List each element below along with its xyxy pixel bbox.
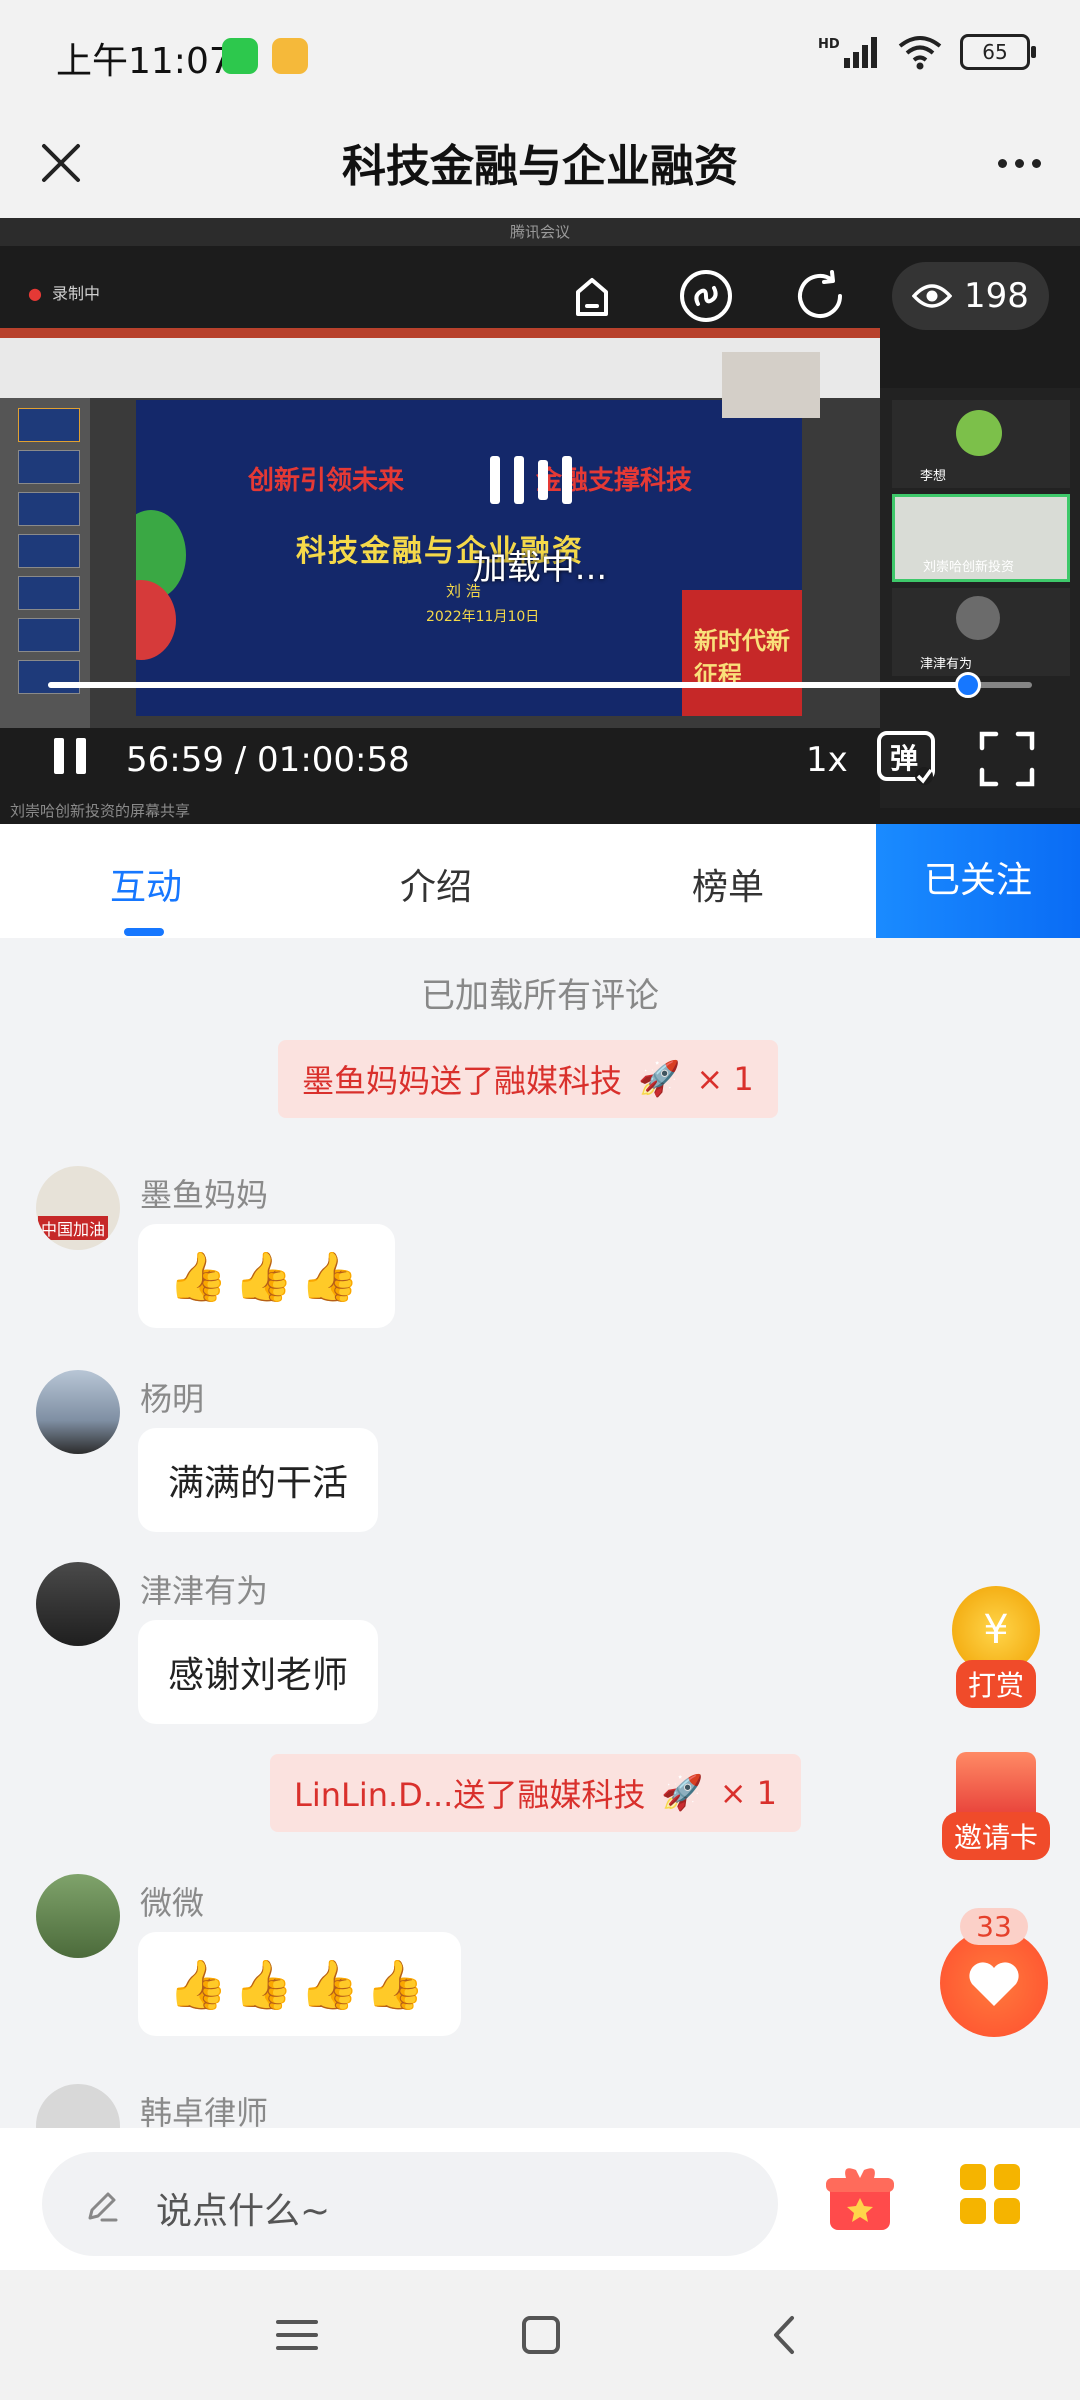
mini-program-icon[interactable]: [670, 260, 742, 332]
rocket-icon: 🚀: [661, 1773, 704, 1813]
reward-button[interactable]: ¥ 打赏: [944, 1586, 1048, 1708]
avatar: 中国加油: [36, 1166, 120, 1250]
slide-date: 2022年11月10日: [426, 609, 540, 625]
more-apps-icon[interactable]: [958, 2162, 1022, 2226]
tab-intro[interactable]: 介绍: [356, 858, 516, 910]
signal-icon: HD: [818, 37, 877, 68]
wifi-icon: [898, 36, 942, 70]
slide-slogan-left: 创新引领未来: [248, 466, 405, 496]
gift-notice: LinLin.D...送了融媒科技 🚀 × 1: [270, 1754, 802, 1832]
participant-tile: 津津有为: [892, 588, 1070, 676]
menu-icon[interactable]: [272, 2310, 322, 2360]
comment-feed[interactable]: 已加载所有评论 墨鱼妈妈送了融媒科技 🚀 × 1 中国加油 墨鱼妈妈 👍👍👍 杨…: [0, 938, 1080, 2128]
refresh-icon[interactable]: [784, 260, 856, 332]
message-bubble: 👍👍👍: [138, 1224, 396, 1328]
message-bubble: 👍👍👍👍: [138, 1932, 462, 2036]
svg-text:弹: 弹: [890, 742, 918, 775]
presenter-thumbnail: [722, 352, 820, 418]
loading-spinner: [490, 456, 572, 504]
invite-card-button[interactable]: 邀请卡: [936, 1752, 1056, 1860]
svg-text:HD: HD: [818, 37, 840, 52]
comment-input[interactable]: 说点什么~: [42, 2152, 778, 2256]
view-count: 198: [892, 262, 1049, 330]
seek-bar[interactable]: [48, 672, 1032, 698]
message-bubble: 满满的干活: [138, 1428, 379, 1532]
page-title: 科技金融与企业融资: [342, 141, 738, 192]
speed-button[interactable]: 1x: [806, 740, 848, 780]
meeting-window-title: 腾讯会议: [0, 218, 1080, 246]
more-options-button[interactable]: [986, 130, 1052, 196]
player-controls: 56:59 / 01:00:58 1x 弹: [0, 718, 1080, 798]
comment-input-bar: 说点什么~: [0, 2128, 1080, 2270]
gift-notice: 墨鱼妈妈送了融媒科技 🚀 × 1: [278, 1040, 778, 1118]
recording-label: 录制中: [28, 280, 100, 304]
title-bar: 科技金融与企业融资: [0, 110, 1080, 218]
like-button[interactable]: 33: [938, 1908, 1050, 2037]
pause-button[interactable]: [48, 734, 92, 778]
tab-ranking[interactable]: 榜单: [648, 858, 808, 910]
eye-icon: [912, 284, 952, 308]
battery-indicator: 65: [960, 34, 1036, 70]
screen-share-caption: 刘崇哈创新投资的屏幕共享: [10, 802, 191, 820]
like-count: 33: [960, 1908, 1028, 1945]
avatar: [36, 1370, 120, 1454]
status-bar: 上午11:07 HD 65: [0, 0, 1080, 110]
danmaku-toggle[interactable]: 弹: [876, 730, 936, 786]
fullscreen-icon[interactable]: [978, 730, 1036, 788]
heart-icon: [940, 1929, 1048, 2037]
follow-button[interactable]: 已关注: [876, 824, 1080, 938]
avatar: [36, 2084, 120, 2128]
message-bubble: 感谢刘老师: [138, 1620, 379, 1724]
comment-placeholder: 说点什么~: [156, 2191, 331, 2232]
seek-progress: [48, 682, 969, 688]
rocket-icon: 🚀: [638, 1059, 681, 1099]
system-nav-bar: [0, 2270, 1080, 2400]
home-nav-icon[interactable]: [516, 2310, 566, 2360]
avatar: [36, 1562, 120, 1646]
back-icon[interactable]: [760, 2310, 810, 2360]
gift-icon[interactable]: [822, 2160, 898, 2236]
home-icon[interactable]: [556, 260, 628, 332]
wechat-icon: [222, 38, 258, 74]
pencil-icon: [88, 2192, 118, 2222]
danmaku-icon: 弹: [877, 731, 935, 785]
tab-bar: 互动 介绍 榜单 已关注: [0, 824, 1080, 938]
participant-tile: 李想: [892, 400, 1070, 488]
loaded-all-comments: 已加载所有评论: [421, 976, 659, 1016]
avatar: [36, 1874, 120, 1958]
notification-app-icon: [272, 38, 308, 74]
loading-text: 加载中...: [472, 548, 608, 588]
playback-time: 56:59 / 01:00:58: [126, 740, 410, 780]
seek-handle[interactable]: [955, 672, 982, 698]
status-time: 上午11:07: [56, 41, 232, 82]
tab-indicator: [124, 928, 164, 936]
video-player[interactable]: 腾讯会议 录制中 新时代新征程 创新引领未来 金融支撑科技 科技金融与企业融资 …: [0, 218, 1080, 824]
tab-interaction[interactable]: 互动: [66, 858, 226, 910]
